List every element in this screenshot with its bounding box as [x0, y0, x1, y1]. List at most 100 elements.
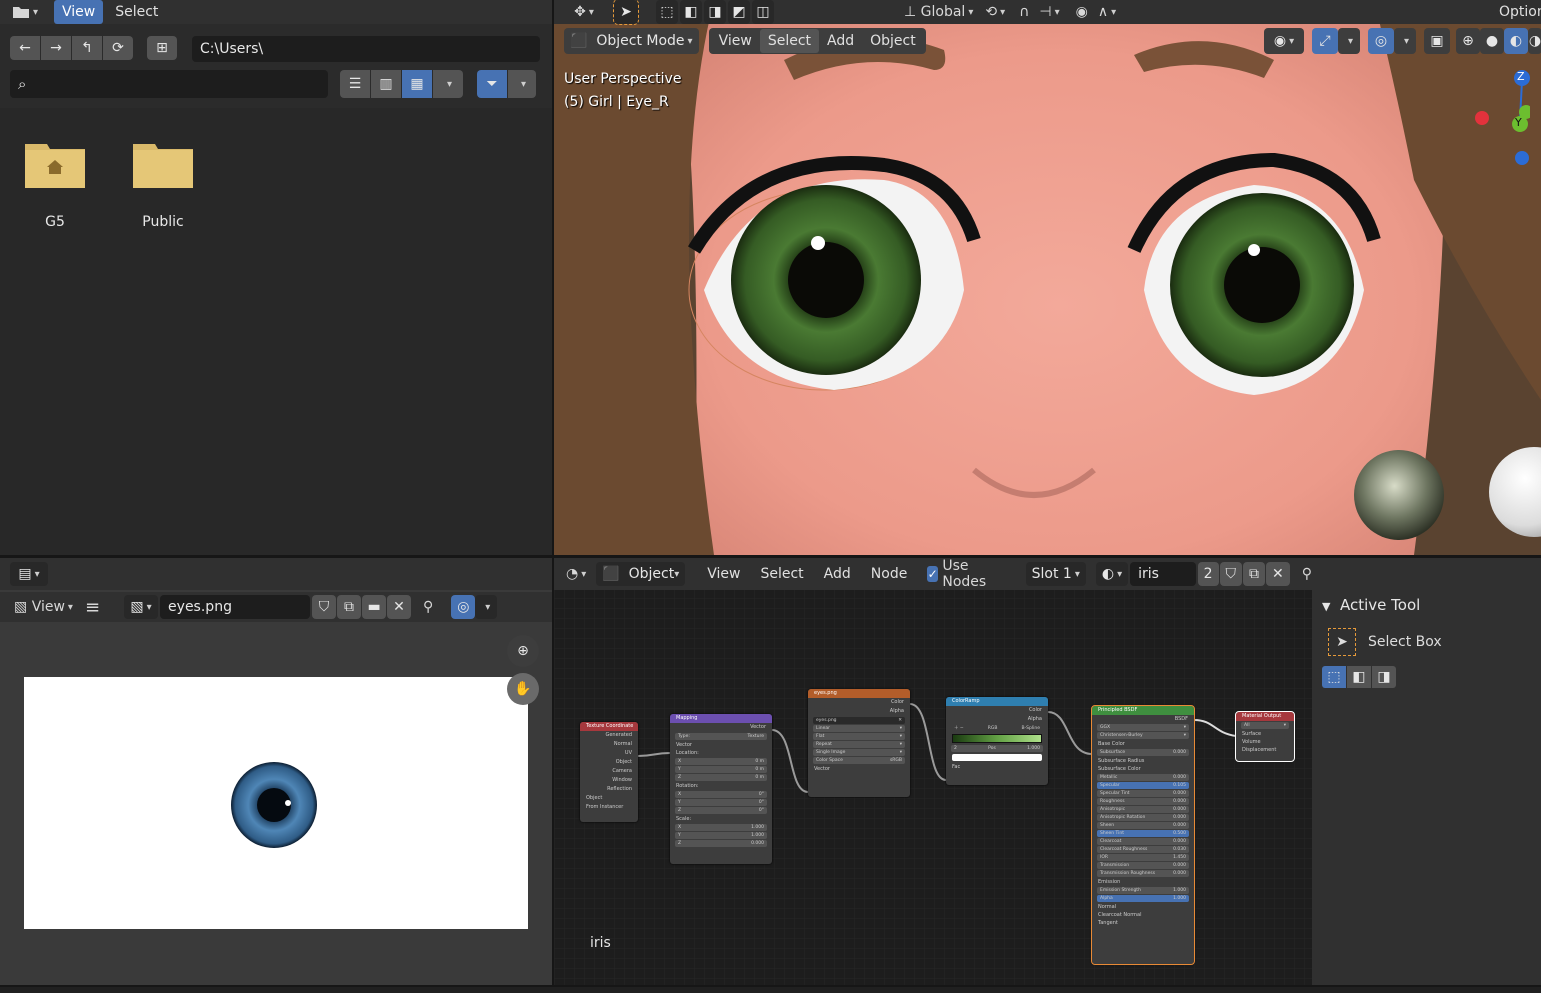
viewport-menu-object[interactable]: Object — [862, 29, 924, 53]
path-field[interactable]: C:\Users\ — [192, 36, 540, 62]
bsdf-input-row[interactable]: Alpha 1.000 — [1097, 895, 1189, 902]
mapping-type-dropdown[interactable]: Type: Texture — [675, 733, 767, 740]
bsdf-input-row[interactable]: Anisotropic Rotation 0.000 — [1097, 814, 1189, 821]
filter-button[interactable]: ⏷ — [477, 70, 507, 98]
scale-x-field[interactable]: X 1.000 — [675, 824, 767, 831]
ramp-mode[interactable]: RGB — [988, 725, 998, 732]
bsdf-input-row[interactable]: Tangent — [1092, 919, 1194, 927]
bsdf-input-row[interactable]: Clearcoat Roughness 0.030 — [1097, 846, 1189, 853]
bsdf-input-row[interactable]: Emission — [1092, 878, 1194, 886]
unlink-image-button[interactable]: ✕ — [387, 595, 412, 619]
scale-y-field[interactable]: Y 1.000 — [675, 832, 767, 839]
display-horizontal-list-button[interactable]: ▥ — [371, 70, 401, 98]
target-dropdown[interactable]: All ▾ — [1241, 722, 1289, 729]
material-name-field[interactable]: iris — [1130, 562, 1196, 586]
extension-dropdown[interactable]: Repeat ▾ — [813, 741, 905, 748]
image-canvas[interactable] — [24, 677, 528, 929]
view-menu-dropdown[interactable]: ▧ View ▾ — [14, 599, 73, 615]
folder-item-public[interactable]: Public — [128, 140, 198, 230]
xray-toggle[interactable]: ▣ — [1424, 28, 1450, 54]
display-vertical-list-button[interactable]: ☰ — [340, 70, 370, 98]
overlay-toggle[interactable]: ◎ — [1368, 28, 1394, 54]
node-color-ramp[interactable]: ColorRamp Color Alpha ＋ − RGB B-Spline 2 Po… — [946, 697, 1048, 785]
folder-item-g5[interactable]: G5 — [20, 140, 90, 230]
pivot-point-dropdown[interactable]: ⟲ ▾ — [985, 4, 1005, 20]
viewport-render[interactable] — [554, 0, 1541, 555]
bsdf-input-row[interactable]: Clearcoat 0.000 — [1097, 838, 1189, 845]
ramp-controls[interactable]: ＋ − RGB B-Spline — [951, 725, 1043, 732]
bsdf-input-row[interactable]: Transmission 0.000 — [1097, 862, 1189, 869]
rotation-x-field[interactable]: X 0° — [675, 791, 767, 798]
gizmo-toggle[interactable]: ⤢ — [1312, 28, 1338, 54]
image-overlay-dropdown[interactable]: ▾ — [475, 595, 498, 619]
snap-toggle[interactable]: ∩ — [1019, 4, 1029, 20]
editor-type-3d-icon[interactable]: ✥ ▾ — [564, 4, 604, 20]
filter-dropdown-button[interactable]: ▾ — [508, 70, 536, 98]
new-material-button[interactable]: ⧉ — [1243, 562, 1265, 586]
use-nodes-checkbox[interactable]: ✓ Use Nodes — [927, 558, 991, 590]
active-tool-row[interactable]: ➤ Select Box — [1328, 628, 1442, 656]
browse-image-button[interactable]: ▧ ▾ — [124, 595, 159, 619]
rotation-z-field[interactable]: Z 0° — [675, 807, 767, 814]
select-mode-intersect-button[interactable]: ◫ — [752, 0, 774, 24]
bsdf-input-row[interactable]: Transmission Roughness 0.000 — [1097, 870, 1189, 877]
bsdf-input-row[interactable]: Sheen 0.000 — [1097, 822, 1189, 829]
location-z-field[interactable]: Z 0 m — [675, 774, 767, 781]
subsurface-method-dropdown[interactable]: Christensen-Burley ▾ — [1097, 732, 1189, 739]
ramp-interpolation[interactable]: B-Spline — [1021, 725, 1040, 732]
bsdf-input-row[interactable]: Clearcoat Normal — [1092, 911, 1194, 919]
interpolation-dropdown[interactable]: Linear ▾ — [813, 725, 905, 732]
editor-type-node-dropdown[interactable]: ◔ ▾ — [566, 566, 586, 582]
bsdf-input-row[interactable]: Specular 0.105 — [1097, 782, 1189, 789]
shader-type-dropdown[interactable]: ⬛ Object ▾ — [596, 562, 686, 586]
node-material-output[interactable]: Material Output All ▾ Surface Volume Disp… — [1235, 711, 1295, 762]
editor-type-image-dropdown[interactable]: ▤ ▾ — [10, 562, 48, 586]
select-mode-extend-button[interactable]: ◧ — [680, 0, 702, 24]
image-name-field[interactable]: eyes.png — [160, 595, 311, 619]
bsdf-input-row[interactable]: Normal — [1092, 903, 1194, 911]
bsdf-input-row[interactable]: Metallic 0.000 — [1097, 774, 1189, 781]
slot-dropdown[interactable]: Slot 1 ▾ — [1025, 562, 1086, 586]
active-tool-panel-header[interactable]: ▼ Active Tool — [1322, 596, 1420, 614]
hamburger-menu-icon[interactable]: ≡ — [85, 597, 100, 618]
mode-dropdown[interactable]: ⬛ Object Mode ▾ — [564, 28, 699, 54]
transform-orientation-dropdown[interactable]: ⊥ Global ▾ — [904, 4, 973, 20]
shading-material-button[interactable]: ◐ — [1504, 28, 1528, 54]
overlay-dropdown[interactable]: ▾ — [1394, 28, 1416, 54]
back-button[interactable]: ← — [10, 36, 40, 60]
browse-material-button[interactable]: ◐ ▾ — [1095, 562, 1129, 586]
bsdf-input-row[interactable]: Sheen Tint 0.500 — [1097, 830, 1189, 837]
bsdf-input-row[interactable]: IOR 1.450 — [1097, 854, 1189, 861]
select-mode-invert-button[interactable]: ◩ — [728, 0, 750, 24]
zoom-button[interactable]: ⊕ — [507, 635, 539, 667]
node-menu-node[interactable]: Node — [863, 562, 916, 586]
search-field[interactable]: ⌕ — [10, 70, 328, 98]
select-mode-new-button[interactable]: ⬚ — [656, 0, 678, 24]
node-menu-select[interactable]: Select — [752, 562, 811, 586]
editor-type-file-icon[interactable]: ▾ — [8, 5, 42, 19]
bsdf-input-row[interactable]: Specular Tint 0.000 — [1097, 790, 1189, 797]
rotation-y-field[interactable]: Y 0° — [675, 799, 767, 806]
location-x-field[interactable]: X 0 m — [675, 758, 767, 765]
open-image-button[interactable]: ▬ — [362, 595, 387, 619]
options-menu[interactable]: Options — [1491, 0, 1541, 24]
proportional-edit-toggle[interactable]: ◉ — [1076, 4, 1088, 20]
menu-view[interactable]: View — [54, 0, 104, 24]
ramp-gradient[interactable] — [952, 734, 1042, 743]
shading-wireframe-button[interactable]: ⊕ — [1456, 28, 1480, 54]
bsdf-input-row[interactable]: Emission Strength 1.000 — [1097, 887, 1189, 894]
ramp-stop-fields[interactable]: 2 Pos 1.000 — [951, 745, 1043, 752]
new-folder-button[interactable]: ⊞ — [147, 36, 177, 60]
viewport-menu-view[interactable]: View — [711, 29, 760, 53]
gizmo-dropdown[interactable]: ▾ — [1338, 28, 1360, 54]
viewport-menu-select[interactable]: Select — [759, 29, 820, 53]
display-thumbnails-button[interactable]: ▦ — [402, 70, 432, 98]
visibility-dropdown[interactable]: ◉ ▾ — [1264, 28, 1304, 54]
source-dropdown[interactable]: Single Image ▾ — [813, 749, 905, 756]
viewport-menu-add[interactable]: Add — [819, 29, 862, 53]
menu-select[interactable]: Select — [107, 0, 166, 24]
node-menu-add[interactable]: Add — [816, 562, 859, 586]
shading-rendered-button[interactable]: ◑ — [1528, 28, 1541, 54]
distribution-dropdown[interactable]: GGX ▾ — [1097, 724, 1189, 731]
scale-z-field[interactable]: Z 0.000 — [675, 840, 767, 847]
